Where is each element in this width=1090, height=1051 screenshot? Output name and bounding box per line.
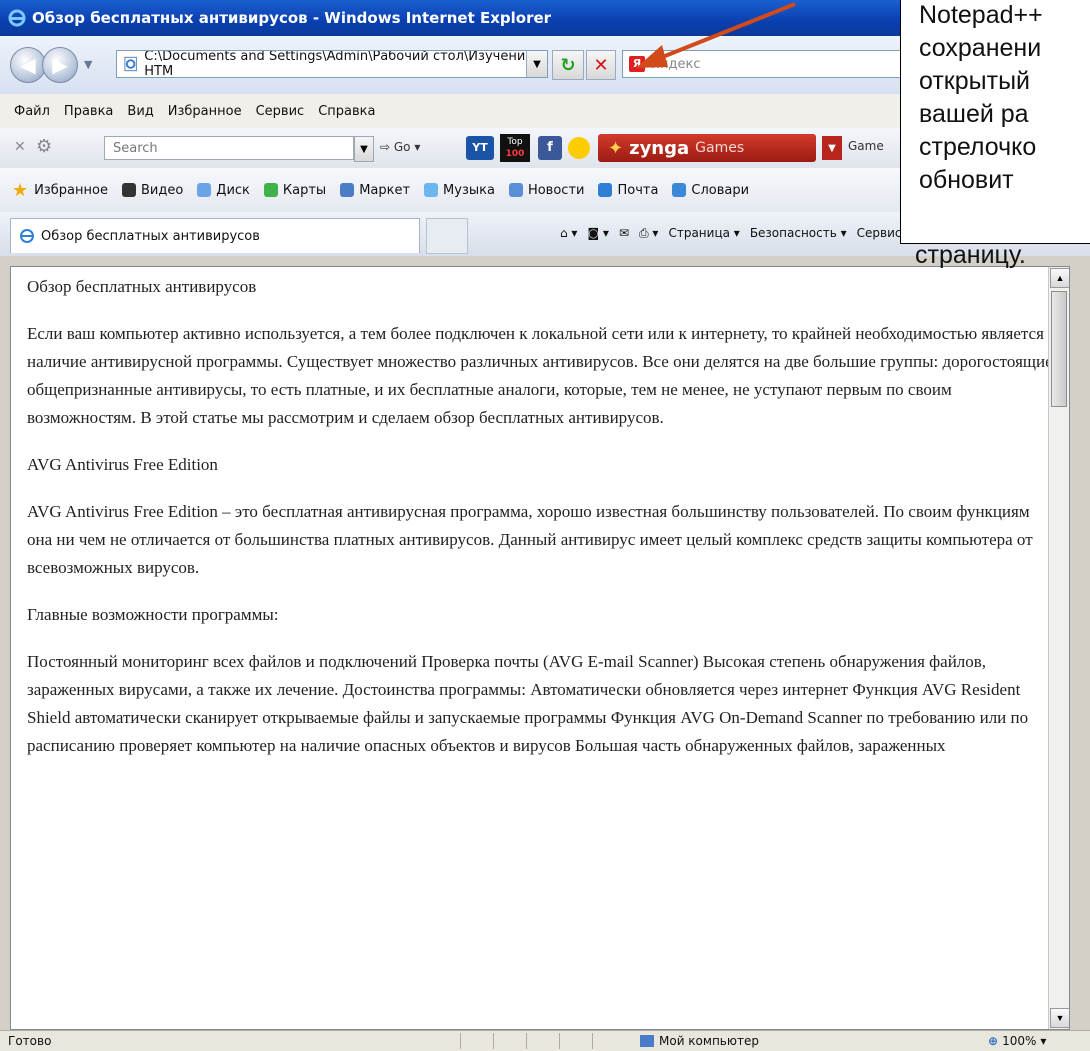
annotation-callout: Notepad++ сохранени открытый вашей ра ст… xyxy=(900,0,1090,244)
annotation-line: Notepad++ xyxy=(919,1,1043,29)
annotation-line: вашей ра xyxy=(919,100,1029,128)
annotation-line: сохранени xyxy=(919,34,1042,62)
annotation-line: обновит xyxy=(919,166,1014,194)
annotation-line: открытый xyxy=(919,67,1030,95)
annotation-line: стрелочко xyxy=(919,133,1037,161)
browser-window: Обзор бесплатных антивирусов - Windows I… xyxy=(0,0,1090,1051)
annotation-tail: страницу. xyxy=(915,241,1026,269)
